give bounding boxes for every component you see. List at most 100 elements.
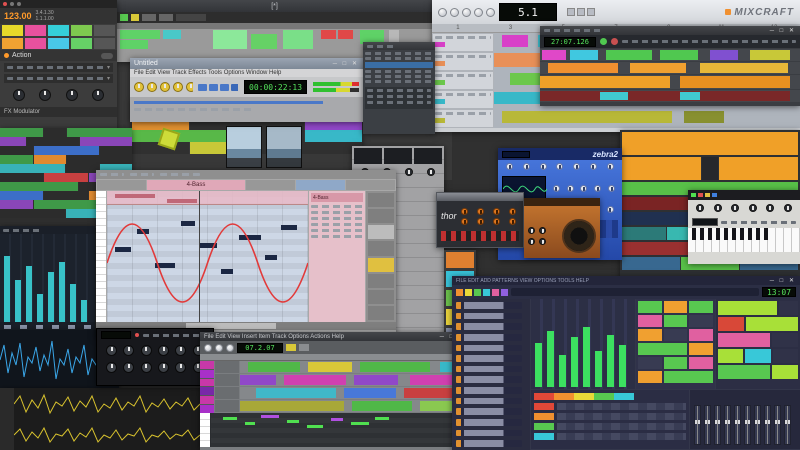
channel-button[interactable] <box>594 393 614 400</box>
clip[interactable] <box>34 200 99 209</box>
region-block[interactable] <box>200 405 214 413</box>
midi-note[interactable] <box>261 415 279 418</box>
playhead[interactable] <box>199 191 200 322</box>
rack-knob[interactable] <box>427 168 435 176</box>
browser-item[interactable] <box>456 366 522 373</box>
pattern-stripe[interactable] <box>779 301 799 315</box>
clip-slot[interactable] <box>2 25 23 36</box>
pattern-block[interactable] <box>664 357 688 369</box>
pattern-block[interactable] <box>638 301 662 313</box>
fader-cap[interactable] <box>20 325 27 329</box>
pattern-block[interactable] <box>638 357 662 369</box>
track-lane[interactable] <box>240 400 470 412</box>
macro-knob[interactable] <box>13 89 25 101</box>
clip-list-item[interactable] <box>311 235 363 238</box>
fader-cap[interactable] <box>4 325 11 329</box>
synth-knob[interactable] <box>607 206 614 213</box>
clip[interactable] <box>66 209 99 218</box>
mixer-header[interactable] <box>0 226 95 234</box>
clip[interactable] <box>0 200 33 209</box>
mixer-fader[interactable] <box>774 405 781 445</box>
minimize-icon[interactable] <box>10 2 14 6</box>
track-lane[interactable] <box>240 374 470 386</box>
synth-knob[interactable] <box>567 185 574 192</box>
black-key[interactable] <box>764 228 768 240</box>
midi-note[interactable] <box>223 417 237 420</box>
toolbar-icon[interactable] <box>456 289 463 296</box>
titlebar[interactable]: [*] <box>117 0 432 12</box>
black-key[interactable] <box>732 228 736 240</box>
titlebar[interactable]: ─ □ ✕ <box>540 26 800 35</box>
region-block[interactable] <box>200 379 214 387</box>
editor-control[interactable] <box>368 258 394 272</box>
browser-item[interactable] <box>456 398 522 405</box>
pattern-block[interactable] <box>689 315 713 327</box>
synth-knob[interactable] <box>573 163 580 170</box>
led-indicator[interactable] <box>691 193 696 197</box>
clip[interactable] <box>251 34 277 49</box>
clip[interactable] <box>710 50 738 60</box>
synth-knob[interactable] <box>461 208 468 215</box>
piano-roll[interactable] <box>107 191 308 322</box>
clip[interactable] <box>248 362 300 372</box>
fader-cap[interactable] <box>68 325 75 329</box>
pattern-stripe[interactable] <box>718 365 770 379</box>
synth-knob[interactable] <box>784 204 792 212</box>
pattern-block[interactable] <box>638 329 662 341</box>
device-selector[interactable]: ▾ <box>4 63 113 72</box>
track-lane[interactable] <box>622 132 798 155</box>
toolbar-button[interactable] <box>159 14 173 21</box>
monitor-knob[interactable] <box>186 82 193 92</box>
record-button[interactable] <box>611 38 618 45</box>
pattern-panel[interactable] <box>716 299 800 389</box>
led-indicator[interactable] <box>712 193 717 197</box>
plugin-knob[interactable] <box>158 362 169 373</box>
transport-button[interactable] <box>462 8 471 17</box>
clip[interactable] <box>0 191 43 200</box>
track-header[interactable] <box>432 71 494 90</box>
synth-knob[interactable] <box>540 163 547 170</box>
pattern-block[interactable] <box>638 315 662 327</box>
editor-control[interactable] <box>368 193 394 207</box>
monitor-knob[interactable] <box>134 82 144 92</box>
clip-slot[interactable] <box>94 38 115 49</box>
track-lane[interactable] <box>540 75 800 89</box>
pattern-block[interactable] <box>689 343 713 355</box>
list-item-selected[interactable] <box>365 62 433 68</box>
tool-icon[interactable] <box>567 8 575 16</box>
pattern-stripe[interactable] <box>718 349 743 363</box>
browser-item[interactable] <box>456 302 522 309</box>
pattern-block[interactable] <box>638 371 662 383</box>
window-controls[interactable]: ─ □ ✕ <box>333 60 359 67</box>
synth-knob[interactable] <box>714 204 722 212</box>
mixer-fader[interactable] <box>734 405 741 445</box>
track-header[interactable] <box>215 361 239 373</box>
mixer-fader[interactable] <box>714 405 721 445</box>
automation-overlay[interactable] <box>107 191 308 322</box>
plugin-knob[interactable] <box>175 362 186 373</box>
browser-item[interactable] <box>456 440 522 447</box>
menu-items[interactable]: FILE EDIT ADD PATTERNS VIEW OPTIONS TOOL… <box>456 278 589 284</box>
pattern-block[interactable] <box>689 357 713 369</box>
midi-note[interactable] <box>245 422 255 425</box>
browser-item[interactable] <box>456 345 522 352</box>
track-header[interactable] <box>432 109 494 128</box>
track-lane[interactable] <box>540 90 800 102</box>
clip[interactable] <box>67 128 132 137</box>
amp-knob[interactable] <box>528 238 535 245</box>
browser-item[interactable] <box>456 430 522 437</box>
region-block[interactable] <box>200 370 214 378</box>
clip[interactable] <box>540 76 670 88</box>
transport-button[interactable] <box>474 8 483 17</box>
titlebar[interactable] <box>363 42 435 50</box>
amp-knob[interactable] <box>528 227 535 234</box>
list-item[interactable] <box>365 75 433 78</box>
step-cells[interactable] <box>557 403 686 410</box>
video-clip-thumbnail[interactable] <box>266 126 302 168</box>
clip[interactable] <box>502 35 528 47</box>
track-header[interactable] <box>215 387 239 399</box>
clip-slot[interactable]: 4-Bass <box>147 180 245 190</box>
clip[interactable] <box>44 173 87 182</box>
amp-knob[interactable] <box>539 238 546 245</box>
transport-button[interactable] <box>198 84 207 91</box>
